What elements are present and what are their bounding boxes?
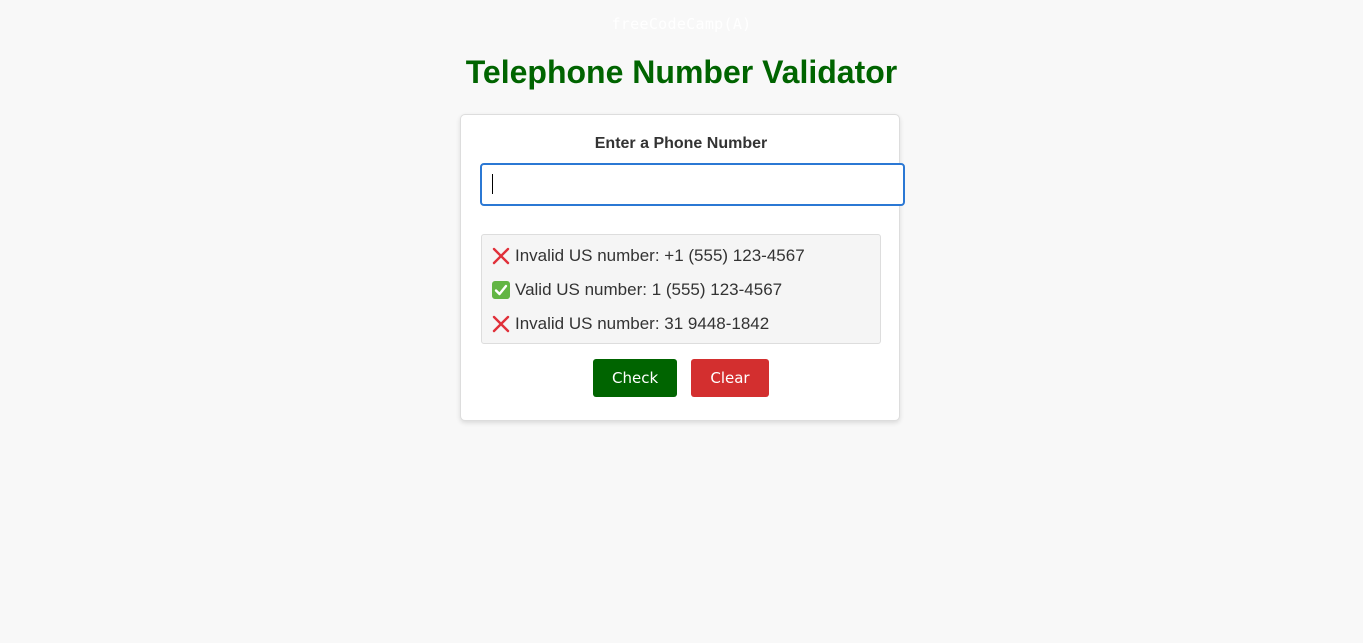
button-row: Check Clear	[461, 359, 901, 397]
cross-mark-icon	[492, 247, 510, 265]
freecodecamp-logo[interactable]: freeCodeCamp(A)	[0, 15, 1363, 33]
page-title: Telephone Number Validator	[465, 54, 898, 90]
text-caret	[492, 174, 493, 194]
page: freeCodeCamp(A) Telephone Number Validat…	[0, 0, 1363, 643]
phone-number-input[interactable]	[480, 163, 905, 206]
validator-card: Enter a Phone Number Invalid US number: …	[460, 114, 905, 421]
result-text: Invalid US number: 31 9448-1842	[515, 314, 770, 333]
check-mark-icon	[492, 281, 510, 299]
result-item: Valid US number: 1 (555) 123-4567	[492, 278, 870, 312]
cross-mark-icon	[492, 315, 510, 333]
check-button[interactable]: Check	[593, 359, 677, 397]
result-text: Invalid US number: +1 (555) 123-4567	[515, 246, 805, 265]
result-item: Invalid US number: +1 (555) 123-4567	[492, 244, 870, 278]
result-text: Valid US number: 1 (555) 123-4567	[515, 280, 783, 299]
result-item: Invalid US number: 31 9448-1842	[492, 312, 870, 346]
clear-button[interactable]: Clear	[691, 359, 769, 397]
phone-input-label: Enter a Phone Number	[594, 135, 768, 152]
results-div: Invalid US number: +1 (555) 123-4567 Val…	[481, 234, 881, 344]
